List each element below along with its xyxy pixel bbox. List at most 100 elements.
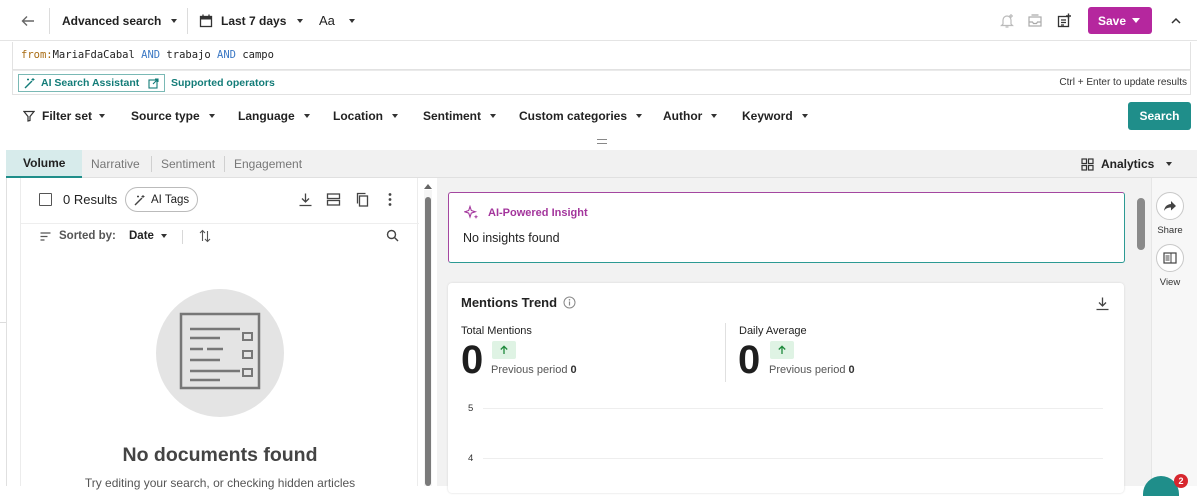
filter-source-type[interactable]: Source type bbox=[131, 109, 215, 123]
back-arrow-icon[interactable] bbox=[20, 0, 36, 41]
date-range-dropdown[interactable]: Last 7 days bbox=[199, 0, 304, 41]
filter-label: Custom categories bbox=[519, 109, 628, 123]
search-button[interactable]: Search bbox=[1128, 102, 1191, 130]
query-author: MariaFdaCabal bbox=[52, 49, 135, 61]
query-term: campo bbox=[242, 49, 274, 61]
sort-field-dropdown[interactable]: Date bbox=[129, 230, 167, 242]
mentions-trend-card: Mentions Trend Total Mentions 0 Previous… bbox=[448, 283, 1124, 493]
results-list: 0 Results AI Tags Sorted by: Date No doc… bbox=[20, 178, 419, 490]
calendar-icon bbox=[199, 14, 213, 27]
more-options-icon[interactable] bbox=[387, 192, 393, 207]
results-panel: 0 Results AI Tags Sorted by: Date No doc… bbox=[6, 178, 436, 490]
add-report-icon[interactable] bbox=[1056, 0, 1072, 41]
ai-search-assistant-button[interactable]: AI Search Assistant bbox=[18, 74, 166, 92]
save-button[interactable]: Save bbox=[1088, 7, 1152, 34]
tab-sentiment[interactable]: Sentiment bbox=[161, 150, 215, 178]
query-operator: AND bbox=[217, 49, 236, 61]
chevron-down-icon bbox=[208, 114, 215, 118]
alert-add-icon[interactable] bbox=[999, 0, 1015, 41]
view-label: View bbox=[1159, 277, 1181, 288]
select-all-checkbox[interactable] bbox=[39, 193, 52, 206]
total-mentions-value: 0 bbox=[461, 338, 484, 382]
arrow-up-icon bbox=[778, 345, 786, 354]
copy-icon[interactable] bbox=[355, 192, 370, 207]
ai-tags-label: AI Tags bbox=[151, 193, 190, 206]
ai-insight-card: AI-Powered Insight No insights found bbox=[448, 192, 1125, 263]
chevron-down-icon bbox=[303, 114, 310, 118]
scrollbar-thumb[interactable] bbox=[425, 197, 431, 486]
filter-icon bbox=[23, 110, 35, 122]
sparkle-icon bbox=[464, 205, 479, 220]
update-hint: Ctrl + Enter to update results bbox=[1059, 77, 1187, 88]
filter-author[interactable]: Author bbox=[663, 109, 718, 123]
query-key: from: bbox=[21, 49, 53, 61]
share-icon bbox=[1164, 201, 1176, 211]
info-icon[interactable] bbox=[563, 296, 576, 309]
previous-period-label: Previous period bbox=[769, 364, 846, 376]
chevron-down-icon bbox=[171, 18, 178, 23]
filter-set-dropdown[interactable]: Filter set bbox=[23, 109, 106, 123]
magic-wand-icon bbox=[24, 78, 35, 89]
results-scrollbar[interactable] bbox=[424, 184, 432, 486]
y-tick-label: 4 bbox=[468, 453, 474, 464]
filter-label: Keyword bbox=[742, 109, 793, 123]
total-previous-period: Previous period 0 bbox=[491, 364, 577, 376]
share-button[interactable] bbox=[1156, 192, 1184, 220]
arrow-up-icon bbox=[500, 345, 508, 354]
chevron-down-icon bbox=[490, 114, 497, 118]
save-label: Save bbox=[1098, 13, 1127, 28]
download-icon[interactable] bbox=[1095, 296, 1110, 311]
sort-icon bbox=[40, 232, 51, 241]
tab-engagement[interactable]: Engagement bbox=[234, 150, 302, 178]
filter-custom-categories[interactable]: Custom categories bbox=[519, 109, 643, 123]
previous-period-value: 0 bbox=[848, 364, 855, 376]
search-mode-dropdown[interactable]: Advanced search bbox=[62, 0, 178, 41]
filter-label: Location bbox=[333, 109, 383, 123]
view-layout-icon bbox=[1163, 252, 1177, 264]
chevron-down-icon bbox=[348, 18, 355, 23]
filter-label: Source type bbox=[131, 109, 200, 123]
filter-label: Sentiment bbox=[423, 109, 482, 123]
search-icon[interactable] bbox=[386, 229, 399, 242]
query-editor[interactable]: from:MariaFdaCabal AND trabajo AND campo bbox=[12, 42, 1191, 70]
filter-location[interactable]: Location bbox=[333, 109, 398, 123]
resize-handle[interactable] bbox=[597, 139, 607, 144]
filter-label: Author bbox=[663, 109, 703, 123]
daily-previous-period: Previous period 0 bbox=[769, 364, 855, 376]
analytics-dropdown[interactable]: Analytics bbox=[1081, 150, 1173, 178]
collapse-icon[interactable] bbox=[1170, 0, 1182, 41]
query-operator: AND bbox=[141, 49, 161, 61]
supported-operators-link[interactable]: Supported operators bbox=[171, 77, 275, 89]
filter-set-label: Filter set bbox=[42, 109, 93, 123]
chevron-down-icon bbox=[711, 114, 718, 118]
daily-average-value: 0 bbox=[738, 338, 761, 382]
chevron-down-icon bbox=[160, 234, 167, 238]
trend-up-badge bbox=[492, 341, 516, 359]
text-size-dropdown[interactable]: Aa bbox=[319, 0, 355, 41]
sorted-by-label: Sorted by: bbox=[59, 230, 116, 242]
chevron-down-icon bbox=[297, 18, 304, 23]
inbox-icon[interactable] bbox=[1027, 0, 1043, 41]
insight-title: AI-Powered Insight bbox=[488, 207, 588, 219]
divider bbox=[187, 8, 188, 34]
text-size-label: Aa bbox=[319, 13, 335, 28]
top-bar: Advanced search Last 7 days Aa Save bbox=[0, 0, 1197, 41]
filter-language[interactable]: Language bbox=[238, 109, 310, 123]
ai-tags-button[interactable]: AI Tags bbox=[125, 187, 199, 212]
tab-volume[interactable]: Volume bbox=[6, 150, 83, 178]
scroll-up-icon[interactable] bbox=[424, 184, 432, 189]
filter-keyword[interactable]: Keyword bbox=[742, 109, 808, 123]
analytics-scrollbar-thumb[interactable] bbox=[1137, 198, 1145, 250]
download-icon[interactable] bbox=[298, 192, 313, 207]
previous-period-label: Previous period bbox=[491, 364, 568, 376]
query-assistant-row: AI Search Assistant Supported operators … bbox=[12, 70, 1191, 95]
layout-icon[interactable] bbox=[326, 192, 341, 207]
trend-title-group: Mentions Trend bbox=[461, 295, 576, 310]
sort-direction-icon[interactable] bbox=[199, 229, 211, 243]
ai-search-assistant-label: AI Search Assistant bbox=[41, 77, 140, 89]
search-mode-label: Advanced search bbox=[62, 13, 162, 28]
tab-narrative[interactable]: Narrative bbox=[91, 150, 140, 178]
filter-sentiment[interactable]: Sentiment bbox=[423, 109, 497, 123]
view-button[interactable] bbox=[1156, 244, 1184, 272]
total-mentions-label: Total Mentions bbox=[461, 325, 532, 337]
